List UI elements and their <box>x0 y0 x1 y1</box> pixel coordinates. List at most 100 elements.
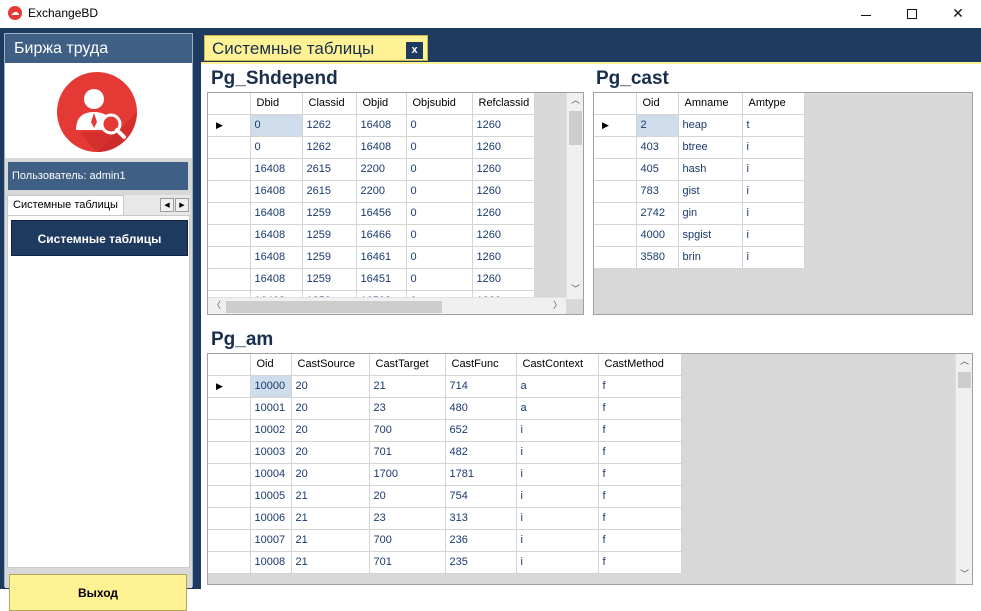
row-header[interactable] <box>208 136 251 159</box>
row-header[interactable] <box>208 268 251 291</box>
table-cell[interactable]: i <box>516 507 599 530</box>
row-header[interactable]: ▶ <box>594 114 637 137</box>
row-header[interactable] <box>208 463 251 486</box>
table-cell[interactable]: 16461 <box>356 246 407 269</box>
column-header[interactable]: CastFunc <box>445 354 517 376</box>
row-header[interactable] <box>208 441 251 464</box>
table-cell[interactable]: 2742 <box>636 202 679 225</box>
table-row[interactable]: 4000 spgist i <box>594 224 805 247</box>
table-cell[interactable]: 0 <box>406 202 473 225</box>
row-header[interactable] <box>208 507 251 530</box>
table-cell[interactable]: 10001 <box>250 397 292 420</box>
column-header[interactable]: Classid <box>302 93 357 115</box>
table-row[interactable]: 10008 21 701 235 i f <box>208 551 682 574</box>
table-row[interactable]: 16408 1259 16461 0 1260 <box>208 246 535 269</box>
row-header[interactable] <box>208 419 251 442</box>
table-cell[interactable]: f <box>598 419 682 442</box>
column-header[interactable]: CastSource <box>291 354 370 376</box>
table-cell[interactable]: 4000 <box>636 224 679 247</box>
table-cell[interactable]: 21 <box>291 507 370 530</box>
row-header[interactable] <box>208 529 251 552</box>
table-cell[interactable]: 1262 <box>302 114 357 137</box>
table-cell[interactable]: 714 <box>445 375 517 398</box>
table-cell[interactable]: f <box>598 441 682 464</box>
scroll-left-icon[interactable]: 〈 <box>208 298 225 314</box>
table-cell[interactable]: f <box>598 375 682 398</box>
table-cell[interactable]: 700 <box>369 419 446 442</box>
table-cell[interactable]: 235 <box>445 551 517 574</box>
table-cell[interactable]: 10007 <box>250 529 292 552</box>
table-cell[interactable]: a <box>516 375 599 398</box>
table-cell[interactable]: 0 <box>406 158 473 181</box>
table-cell[interactable]: 21 <box>291 485 370 508</box>
table-cell[interactable]: 0 <box>406 268 473 291</box>
table-cell[interactable]: 10006 <box>250 507 292 530</box>
table-cell[interactable]: i <box>742 136 805 159</box>
table-cell[interactable]: 20 <box>291 463 370 486</box>
table-row[interactable]: 783 gist i <box>594 180 805 203</box>
table-cell[interactable]: i <box>516 463 599 486</box>
table-cell[interactable]: 16451 <box>356 268 407 291</box>
table-cell[interactable]: 0 <box>250 136 303 159</box>
column-header[interactable]: Oid <box>636 93 679 115</box>
table-cell[interactable]: 1260 <box>472 114 535 137</box>
pg-shdepend-hthumb[interactable] <box>226 301 442 313</box>
table-cell[interactable]: 0 <box>406 136 473 159</box>
table-cell[interactable]: i <box>516 551 599 574</box>
tab-scroll-right-icon[interactable]: ▶ <box>175 198 189 212</box>
row-header[interactable] <box>208 224 251 247</box>
table-cell[interactable]: 21 <box>369 375 446 398</box>
table-cell[interactable]: t <box>742 114 805 137</box>
pg-shdepend-vscroll[interactable]: ︿ ﹀ <box>566 93 583 299</box>
table-cell[interactable]: gist <box>678 180 743 203</box>
table-cell[interactable]: 16408 <box>250 158 303 181</box>
table-cell[interactable]: i <box>742 246 805 269</box>
table-cell[interactable]: 16408 <box>250 246 303 269</box>
column-header[interactable]: Amname <box>678 93 743 115</box>
table-cell[interactable]: 0 <box>406 224 473 247</box>
table-cell[interactable]: 10004 <box>250 463 292 486</box>
table-row[interactable]: 10007 21 700 236 i f <box>208 529 682 552</box>
table-cell[interactable]: 20 <box>291 375 370 398</box>
table-cell[interactable]: 21 <box>291 529 370 552</box>
table-cell[interactable]: 1260 <box>472 224 535 247</box>
exit-button[interactable]: Выход <box>9 574 187 611</box>
table-cell[interactable]: 480 <box>445 397 517 420</box>
table-cell[interactable]: 16408 <box>356 136 407 159</box>
table-row[interactable]: 16408 1259 16466 0 1260 <box>208 224 535 247</box>
tab-system-tables[interactable]: Системные таблицы x <box>204 35 428 61</box>
table-cell[interactable]: 16456 <box>356 202 407 225</box>
system-tables-button[interactable]: Системные таблицы <box>11 220 188 256</box>
table-cell[interactable]: 1262 <box>302 136 357 159</box>
pg-cast-grid[interactable]: Oid Amname Amtype ▶ 2 heap t 403 btree i 405 hash i 7… <box>593 92 973 315</box>
table-cell[interactable]: 783 <box>636 180 679 203</box>
table-cell[interactable]: 20 <box>291 397 370 420</box>
row-header[interactable] <box>208 397 251 420</box>
table-cell[interactable]: 1259 <box>302 268 357 291</box>
maximize-button[interactable] <box>889 0 935 28</box>
table-cell[interactable]: 2 <box>636 114 679 137</box>
table-cell[interactable]: 754 <box>445 485 517 508</box>
table-cell[interactable]: 16408 <box>250 224 303 247</box>
tab-close-icon[interactable]: x <box>406 42 423 59</box>
table-cell[interactable]: 10000 <box>250 375 292 398</box>
table-cell[interactable]: 10008 <box>250 551 292 574</box>
table-cell[interactable]: 0 <box>406 180 473 203</box>
table-cell[interactable]: 10005 <box>250 485 292 508</box>
tab-scroll-left-icon[interactable]: ◀ <box>160 198 174 212</box>
row-header[interactable] <box>208 485 251 508</box>
table-row[interactable]: 2742 gin i <box>594 202 805 225</box>
scroll-up-icon[interactable]: ︿ <box>567 93 583 109</box>
pg-shdepend-hscroll[interactable]: 〈 〉 <box>208 297 566 314</box>
table-cell[interactable]: 16408 <box>250 180 303 203</box>
table-cell[interactable]: 701 <box>369 551 446 574</box>
table-cell[interactable]: 2615 <box>302 180 357 203</box>
table-row[interactable]: 10003 20 701 482 i f <box>208 441 682 464</box>
table-row[interactable]: 405 hash i <box>594 158 805 181</box>
table-cell[interactable]: 1781 <box>445 463 517 486</box>
column-header[interactable]: CastMethod <box>598 354 682 376</box>
scroll-right-icon[interactable]: 〉 <box>549 298 566 314</box>
table-cell[interactable]: 10002 <box>250 419 292 442</box>
table-cell[interactable]: 2615 <box>302 158 357 181</box>
table-row[interactable]: 0 1262 16408 0 1260 <box>208 136 535 159</box>
